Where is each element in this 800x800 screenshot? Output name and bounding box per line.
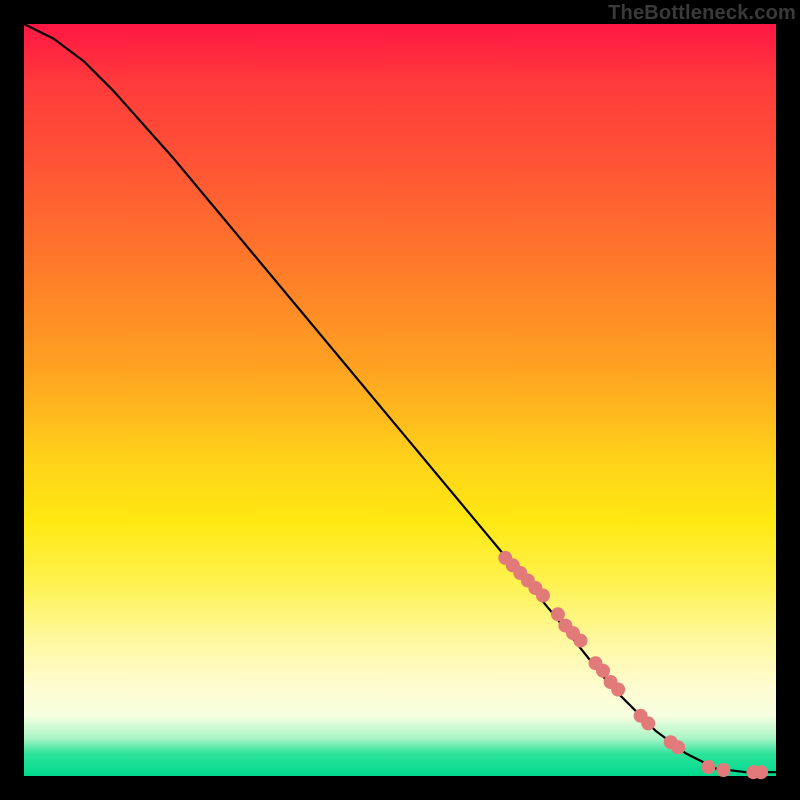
highlight-dot	[536, 589, 550, 603]
highlight-dot	[574, 634, 588, 648]
highlight-dot	[701, 760, 715, 774]
highlight-dot	[641, 716, 655, 730]
chart-frame	[24, 24, 776, 776]
chart-svg	[24, 24, 776, 776]
highlight-dot	[671, 740, 685, 754]
highlight-dot	[716, 763, 730, 777]
highlight-dot	[611, 683, 625, 697]
highlighted-range-dots	[498, 551, 768, 779]
bottleneck-curve-line	[24, 24, 776, 772]
highlight-dot	[754, 765, 768, 779]
watermark-text: TheBottleneck.com	[608, 2, 796, 25]
